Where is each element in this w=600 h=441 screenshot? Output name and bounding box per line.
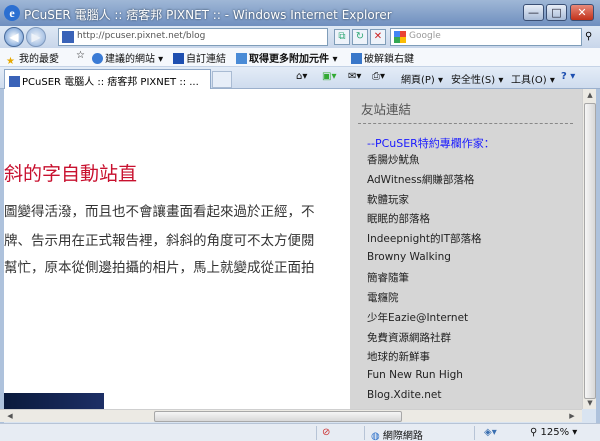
print-icon[interactable]: ⎙▾ bbox=[372, 71, 385, 82]
sidebar-divider bbox=[358, 123, 573, 124]
scroll-left-icon[interactable]: ◀ bbox=[4, 412, 16, 420]
sidebar-link[interactable]: Browny Walking bbox=[367, 251, 451, 263]
scroll-down-icon[interactable]: ▼ bbox=[584, 399, 596, 407]
maximize-button[interactable]: □ bbox=[546, 4, 567, 21]
status-divider bbox=[364, 426, 365, 440]
sidebar-subtitle: --PCuSER特約專欄作家： bbox=[367, 137, 495, 150]
address-bar[interactable]: http://pcuser.pixnet.net/blog bbox=[58, 28, 328, 46]
mail-icon[interactable]: ✉▾ bbox=[348, 71, 361, 82]
vertical-scroll-thumb[interactable] bbox=[584, 103, 596, 399]
back-button[interactable]: ◀ bbox=[4, 27, 24, 47]
feeds-icon[interactable]: ▣▾ bbox=[322, 71, 336, 82]
more-addons-link[interactable]: 取得更多附加元件 ▾ bbox=[236, 50, 338, 65]
compatibility-icon[interactable]: ⧉ bbox=[334, 29, 350, 45]
tab-bar: PCuSER 電腦人 :: 痞客邦 PIXNET :: ... ⌂▾ ▣▾ ✉▾… bbox=[0, 67, 600, 89]
minimize-button[interactable]: — bbox=[523, 4, 544, 21]
horizontal-scroll-thumb[interactable] bbox=[154, 411, 402, 422]
tab-pcuser[interactable]: PCuSER 電腦人 :: 痞客邦 PIXNET :: ... bbox=[4, 69, 211, 89]
globe-icon: ◍ bbox=[371, 431, 383, 441]
forward-button[interactable]: ▶ bbox=[26, 27, 46, 47]
safety-menu[interactable]: 安全性(S) ▾ bbox=[451, 71, 503, 86]
stop-icon[interactable]: ✕ bbox=[370, 29, 386, 45]
sidebar: 友站連結 --PCuSER特約專欄作家： 香腸炒魷魚 AdWitness網賺部落… bbox=[350, 89, 582, 409]
article-line: 牌、告示用在正式報告裡，斜斜的角度可不太方便閱 bbox=[4, 233, 315, 249]
sidebar-link[interactable]: 香腸炒魷魚 bbox=[367, 152, 420, 167]
tools-menu[interactable]: 工具(O) ▾ bbox=[511, 71, 555, 86]
page-favicon-icon bbox=[62, 31, 74, 43]
broken-link-link[interactable]: 破解鎖右鍵 bbox=[351, 50, 414, 65]
star-icon: ★ bbox=[6, 56, 15, 67]
article-line: 幫忙，原本從側邊拍攝的相片，馬上就變成從正面拍 bbox=[4, 260, 315, 276]
sidebar-link[interactable]: AdWitness網賺部落格 bbox=[367, 172, 474, 187]
title-bar: e PCuSER 電腦人 :: 痞客邦 PIXNET :: - Windows … bbox=[0, 0, 600, 26]
zoom-icon: ⚲ bbox=[530, 427, 541, 438]
custom-links-link[interactable]: 自訂連結 bbox=[173, 50, 226, 65]
sidebar-link[interactable]: 眠眠的部落格 bbox=[367, 211, 430, 226]
favorites-button[interactable]: ★ 我的最愛 bbox=[6, 50, 59, 67]
sidebar-link[interactable]: Indeepnight的IT部落格 bbox=[367, 231, 482, 246]
sidebar-link[interactable]: 簡睿隨筆 bbox=[367, 270, 409, 285]
protected-mode-icon[interactable]: ◈▾ bbox=[484, 427, 497, 438]
internet-zone[interactable]: ◍ 網際網路 bbox=[371, 427, 423, 441]
status-divider bbox=[474, 426, 475, 440]
search-input[interactable]: Google bbox=[409, 31, 441, 41]
help-menu[interactable]: ? ▾ bbox=[561, 71, 575, 82]
horizontal-scrollbar[interactable]: ◀ ▶ bbox=[0, 409, 582, 422]
sidebar-link[interactable]: 免費資源網路社群 bbox=[367, 330, 451, 345]
page-menu[interactable]: 網頁(P) ▾ bbox=[401, 71, 443, 86]
ie-small-icon bbox=[92, 53, 103, 64]
scroll-right-icon[interactable]: ▶ bbox=[566, 412, 578, 420]
sidebar-link[interactable]: 軟體玩家 bbox=[367, 192, 409, 207]
google-icon bbox=[394, 31, 406, 43]
new-tab-button[interactable] bbox=[212, 71, 232, 88]
add-favorite-icon[interactable]: ☆ bbox=[76, 50, 85, 61]
address-toolbar: ◀ ▶ http://pcuser.pixnet.net/blog ⧉ ↻ ✕ … bbox=[0, 26, 600, 48]
vertical-scrollbar[interactable]: ▲ ▼ bbox=[582, 89, 596, 409]
scroll-up-icon[interactable]: ▲ bbox=[584, 91, 596, 99]
close-button[interactable]: ✕ bbox=[570, 4, 594, 21]
sidebar-link[interactable]: 地球的新鮮事 bbox=[367, 349, 430, 364]
msn-icon bbox=[173, 53, 184, 64]
status-bar: ⊘ ◍ 網際網路 ◈▾ ⚲ 125% ▾ bbox=[0, 423, 600, 441]
favorites-bar: ★ 我的最愛 ☆ 建議的網站 ▾ 自訂連結 取得更多附加元件 ▾ 破解鎖右鍵 bbox=[0, 48, 600, 67]
page-icon bbox=[351, 53, 362, 64]
zoom-control[interactable]: ⚲ 125% ▾ bbox=[530, 427, 577, 438]
sidebar-link[interactable]: 電癮院 bbox=[367, 290, 399, 305]
sidebar-link[interactable]: 少年Eazie@Internet bbox=[367, 310, 468, 325]
privacy-icon[interactable]: ⊘ bbox=[322, 427, 330, 438]
window-border-right bbox=[596, 89, 600, 423]
address-url[interactable]: http://pcuser.pixnet.net/blog bbox=[77, 31, 205, 41]
ie-logo-icon: e bbox=[4, 5, 20, 21]
home-icon[interactable]: ⌂▾ bbox=[296, 71, 307, 82]
page-content: 斜的字自動站直 圖變得活潑，而且也不會讓畫面看起來過於正經，不 牌、告示用在正式… bbox=[4, 89, 350, 409]
tab-favicon-icon bbox=[9, 76, 20, 87]
addons-icon bbox=[236, 53, 247, 64]
window-title: PCuSER 電腦人 :: 痞客邦 PIXNET :: - Windows In… bbox=[24, 8, 392, 22]
sidebar-title: 友站連結 bbox=[361, 102, 412, 117]
search-box[interactable]: Google bbox=[390, 28, 582, 46]
article-heading[interactable]: 斜的字自動站直 bbox=[4, 159, 137, 186]
sidebar-link[interactable]: Fun New Run High bbox=[367, 369, 463, 381]
article-image bbox=[4, 393, 104, 409]
search-go-icon[interactable]: ⚲ bbox=[585, 31, 592, 42]
status-divider bbox=[316, 426, 317, 440]
article-line: 圖變得活潑，而且也不會讓畫面看起來過於正經，不 bbox=[4, 204, 315, 220]
refresh-icon[interactable]: ↻ bbox=[352, 29, 368, 45]
sidebar-link[interactable]: Blog.Xdite.net bbox=[367, 389, 441, 401]
suggested-sites-link[interactable]: 建議的網站 ▾ bbox=[92, 50, 163, 65]
